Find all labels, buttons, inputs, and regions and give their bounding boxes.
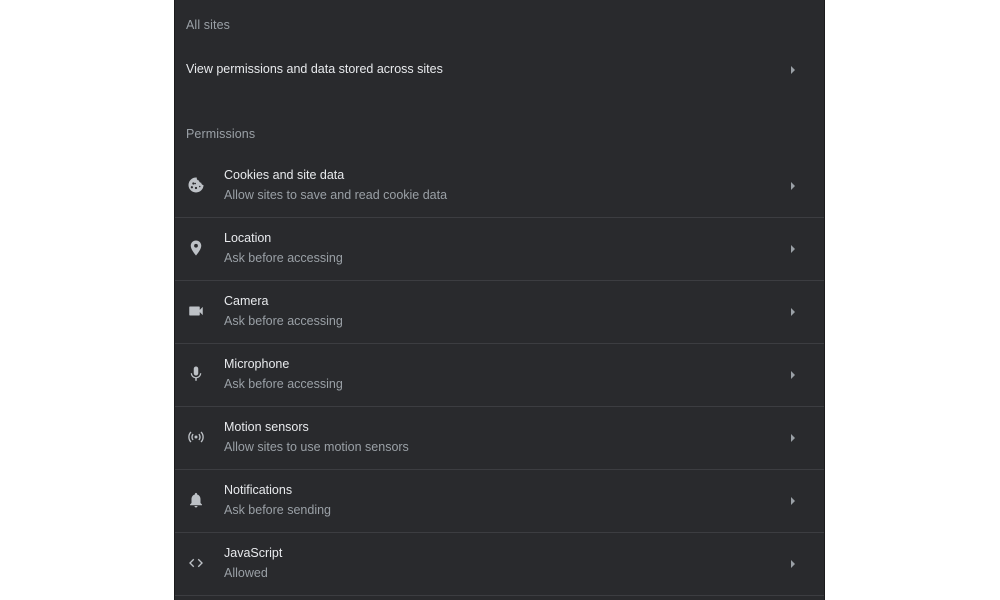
permission-subtitle: Allow sites to save and read cookie data	[224, 188, 448, 202]
chevron-right-icon	[791, 182, 795, 190]
permission-row-camera[interactable]: Camera Ask before accessing	[175, 281, 824, 344]
permission-row-cookies[interactable]: Cookies and site data Allow sites to sav…	[175, 155, 824, 218]
code-icon	[187, 554, 205, 572]
chevron-right-icon	[791, 560, 795, 568]
chevron-right-icon	[791, 434, 795, 442]
view-all-sites-label: View permissions and data stored across …	[186, 62, 443, 76]
permission-title: Microphone	[224, 357, 290, 371]
chevron-right-icon	[791, 245, 795, 253]
microphone-icon	[187, 365, 205, 383]
permission-subtitle: Allow sites to use motion sensors	[224, 440, 409, 454]
permission-subtitle: Ask before accessing	[224, 377, 343, 391]
permission-title: Cookies and site data	[224, 168, 345, 182]
site-settings-panel: All sites View permissions and data stor…	[174, 0, 825, 600]
permission-title: Motion sensors	[224, 420, 309, 434]
permission-title: Location	[224, 231, 272, 245]
permission-subtitle: Ask before accessing	[224, 251, 343, 265]
permission-title: JavaScript	[224, 546, 283, 560]
chevron-right-icon	[791, 371, 795, 379]
all-sites-header: All sites	[186, 18, 230, 32]
permission-row-javascript[interactable]: JavaScript Allowed	[175, 533, 824, 596]
chevron-right-icon	[791, 497, 795, 505]
camera-icon	[187, 302, 205, 320]
cookie-icon	[187, 176, 205, 194]
permission-subtitle: Allowed	[224, 566, 268, 580]
permission-row-motion-sensors[interactable]: Motion sensors Allow sites to use motion…	[175, 407, 824, 470]
permission-title: Notifications	[224, 483, 293, 497]
location-pin-icon	[187, 239, 205, 257]
view-all-sites-row[interactable]: View permissions and data stored across …	[175, 52, 824, 88]
permission-title: Camera	[224, 294, 269, 308]
permission-subtitle: Ask before sending	[224, 503, 332, 517]
motion-sensors-icon	[187, 428, 205, 446]
permissions-list: Cookies and site data Allow sites to sav…	[175, 155, 824, 596]
bell-icon	[187, 491, 205, 509]
permission-subtitle: Ask before accessing	[224, 314, 343, 328]
permission-row-microphone[interactable]: Microphone Ask before accessing	[175, 344, 824, 407]
permissions-header: Permissions	[186, 127, 256, 141]
permission-row-location[interactable]: Location Ask before accessing	[175, 218, 824, 281]
chevron-right-icon	[791, 66, 795, 74]
permission-row-notifications[interactable]: Notifications Ask before sending	[175, 470, 824, 533]
chevron-right-icon	[791, 308, 795, 316]
